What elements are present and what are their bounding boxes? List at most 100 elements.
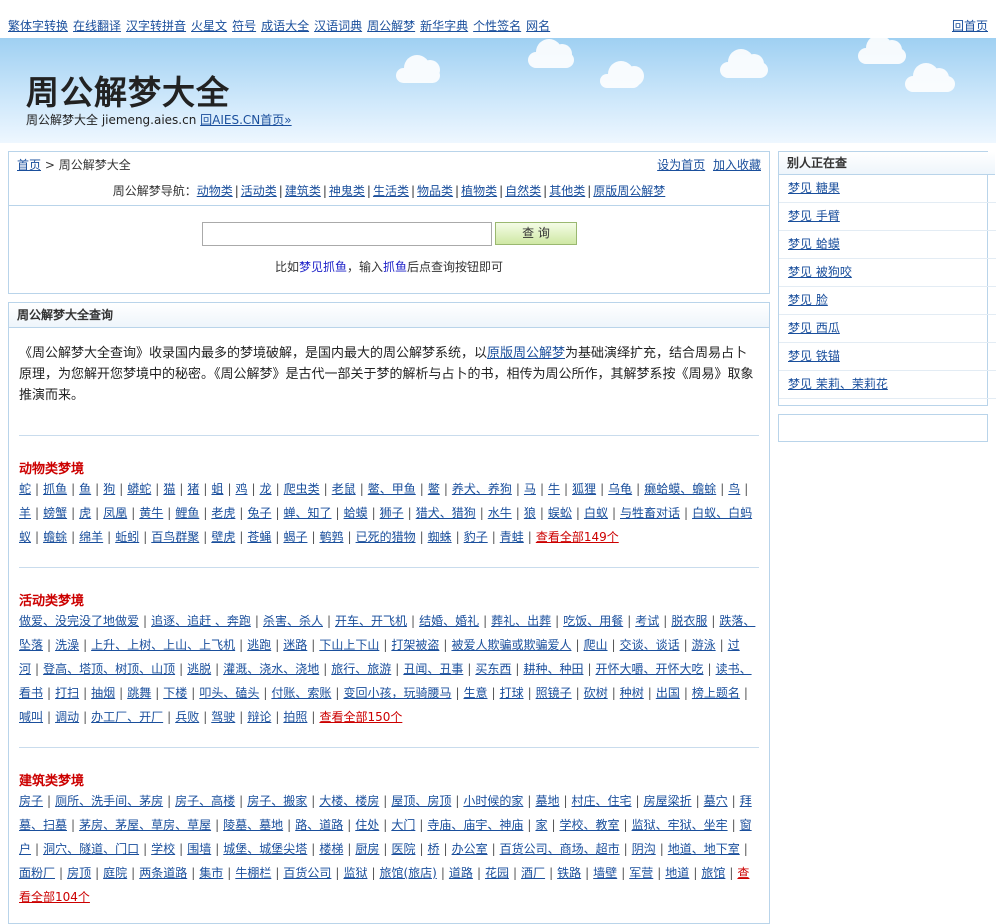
dream-item-link[interactable]: 鸟 [728,482,740,496]
hint-keyword-link[interactable]: 抓鱼 [383,260,407,274]
dream-item-link[interactable]: 已死的猎物 [356,530,416,544]
dream-item-link[interactable]: 螃蟹 [43,506,67,520]
dream-item-link[interactable]: 猪 [187,482,199,496]
dream-nav-item[interactable]: 其他类 [549,184,585,198]
dream-item-link[interactable]: 村庄、住宅 [572,794,632,808]
dream-item-link[interactable]: 驾驶 [211,710,235,724]
dream-item-link[interactable]: 铁路 [557,866,581,880]
dream-item-link[interactable]: 打架被盗 [391,638,439,652]
dream-nav-item[interactable]: 自然类 [505,184,541,198]
dream-item-link[interactable]: 道路 [449,866,473,880]
top-nav-link[interactable]: 个性签名 [473,19,521,33]
dream-item-link[interactable]: 厕所、洗手间、茅房 [55,794,163,808]
dream-item-link[interactable]: 凤凰 [103,506,127,520]
dream-item-link[interactable]: 鹌鹑 [320,530,344,544]
dream-item-link[interactable]: 吃饭、用餐 [563,614,623,628]
dream-item-link[interactable]: 老虎 [211,506,235,520]
dream-item-link[interactable]: 房子、高楼 [175,794,235,808]
dream-item-link[interactable]: 房屋梁折 [644,794,692,808]
dream-item-link[interactable]: 下山上下山 [319,638,379,652]
set-homepage-link[interactable]: 设为首页 [657,158,705,172]
dream-item-link[interactable]: 学校、教室 [560,818,620,832]
dream-item-link[interactable]: 医院 [391,842,415,856]
dream-item-link[interactable]: 酒厂 [521,866,545,880]
search-input[interactable] [202,222,492,246]
dream-item-link[interactable]: 付账、索账 [271,686,331,700]
dream-nav-item[interactable]: 建筑类 [285,184,321,198]
dream-item-link[interactable]: 抓鱼 [43,482,67,496]
dream-item-link[interactable]: 开车、开飞机 [335,614,407,628]
dream-item-link[interactable]: 砍树 [584,686,608,700]
dream-item-link[interactable]: 蟾蜍 [43,530,67,544]
dream-item-link[interactable]: 陵墓、墓地 [223,818,283,832]
sidebar-item-link[interactable]: 梦见 糖果 [788,181,840,195]
dream-item-link[interactable]: 百货公司、商场、超市 [500,842,620,856]
dream-item-link[interactable]: 蝉、知了 [284,506,332,520]
top-nav-link[interactable]: 汉字转拼音 [126,19,186,33]
dream-item-link[interactable]: 买东西 [475,662,511,676]
dream-item-link[interactable]: 监狱 [343,866,367,880]
dream-item-link[interactable]: 逃跑 [247,638,271,652]
dream-item-link[interactable]: 葬礼、出葬 [491,614,551,628]
dream-item-link[interactable]: 旅馆 [701,866,725,880]
dream-item-link[interactable]: 庭院 [103,866,127,880]
dream-item-link[interactable]: 白蚁 [584,506,608,520]
sidebar-item-link[interactable]: 梦见 手臂 [788,209,840,223]
dream-item-link[interactable]: 狗 [103,482,115,496]
dream-item-link[interactable]: 做爱、没完没了地做爱 [19,614,139,628]
dream-item-link[interactable]: 出国 [656,686,680,700]
dream-item-link[interactable]: 被爱人欺骗或欺骗爱人 [451,638,571,652]
dream-nav-item[interactable]: 原版周公解梦 [593,184,665,198]
dream-item-link[interactable]: 逃脱 [187,662,211,676]
dream-nav-item[interactable]: 神鬼类 [329,184,365,198]
dream-nav-item[interactable]: 活动类 [241,184,277,198]
dream-item-link[interactable]: 上升、上树、上山、上飞机 [91,638,235,652]
dream-item-link[interactable]: 生意 [464,686,488,700]
dream-item-link[interactable]: 地道 [665,866,689,880]
dream-item-link[interactable]: 围墙 [187,842,211,856]
dream-nav-item[interactable]: 物品类 [417,184,453,198]
dream-item-link[interactable]: 绵羊 [79,530,103,544]
dream-item-link[interactable]: 鸡 [236,482,248,496]
dream-item-link[interactable]: 猫 [163,482,175,496]
dream-item-link[interactable]: 办公室 [452,842,488,856]
dream-item-link[interactable]: 打球 [500,686,524,700]
sidebar-item-link[interactable]: 梦见 西瓜 [788,321,840,335]
top-nav-link[interactable]: 周公解梦 [367,19,415,33]
dream-item-link[interactable]: 旅行、旅游 [331,662,391,676]
dream-item-link[interactable]: 杀害、杀人 [263,614,323,628]
dream-item-link[interactable]: 壁虎 [211,530,235,544]
top-nav-link[interactable]: 在线翻译 [73,19,121,33]
dream-item-link[interactable]: 旅馆(旅店) [380,866,437,880]
dream-item-link[interactable]: 家 [535,818,547,832]
dream-item-link[interactable]: 牛棚栏 [235,866,271,880]
dream-item-link[interactable]: 青蛙 [500,530,524,544]
dream-item-link[interactable]: 小时候的家 [463,794,523,808]
dream-item-link[interactable]: 马 [524,482,536,496]
dream-item-link[interactable]: 蝎子 [283,530,307,544]
search-button[interactable]: 查 询 [495,222,577,245]
dream-item-link[interactable]: 鱼 [79,482,91,496]
dream-item-link[interactable]: 猎犬、猎狗 [416,506,476,520]
view-all-link[interactable]: 查看全部150个 [319,710,402,724]
top-nav-link[interactable]: 繁体字转换 [8,19,68,33]
top-nav-link[interactable]: 网名 [526,19,550,33]
dream-item-link[interactable]: 变回小孩，玩骑腰马 [343,686,451,700]
dream-item-link[interactable]: 蟒蛇 [127,482,151,496]
dream-item-link[interactable]: 苍蝇 [247,530,271,544]
dream-item-link[interactable]: 城堡、城堡尖塔 [223,842,307,856]
dream-nav-item[interactable]: 动物类 [197,184,233,198]
dream-item-link[interactable]: 地道、地下室 [668,842,740,856]
dream-item-link[interactable]: 登高、塔顶、树顶、山顶 [43,662,175,676]
dream-item-link[interactable]: 丑闻、丑事 [403,662,463,676]
top-nav-link[interactable]: 汉语词典 [314,19,362,33]
dream-item-link[interactable]: 路、道路 [295,818,343,832]
dream-item-link[interactable]: 厨房 [355,842,379,856]
dream-item-link[interactable]: 鳖 [428,482,440,496]
dream-item-link[interactable]: 兔子 [247,506,271,520]
dream-item-link[interactable]: 耕种、种田 [523,662,583,676]
top-nav-link[interactable]: 新华字典 [420,19,468,33]
dream-item-link[interactable]: 灌溉、浇水、浇地 [223,662,319,676]
dream-item-link[interactable]: 住处 [355,818,379,832]
dream-item-link[interactable]: 龙 [260,482,272,496]
